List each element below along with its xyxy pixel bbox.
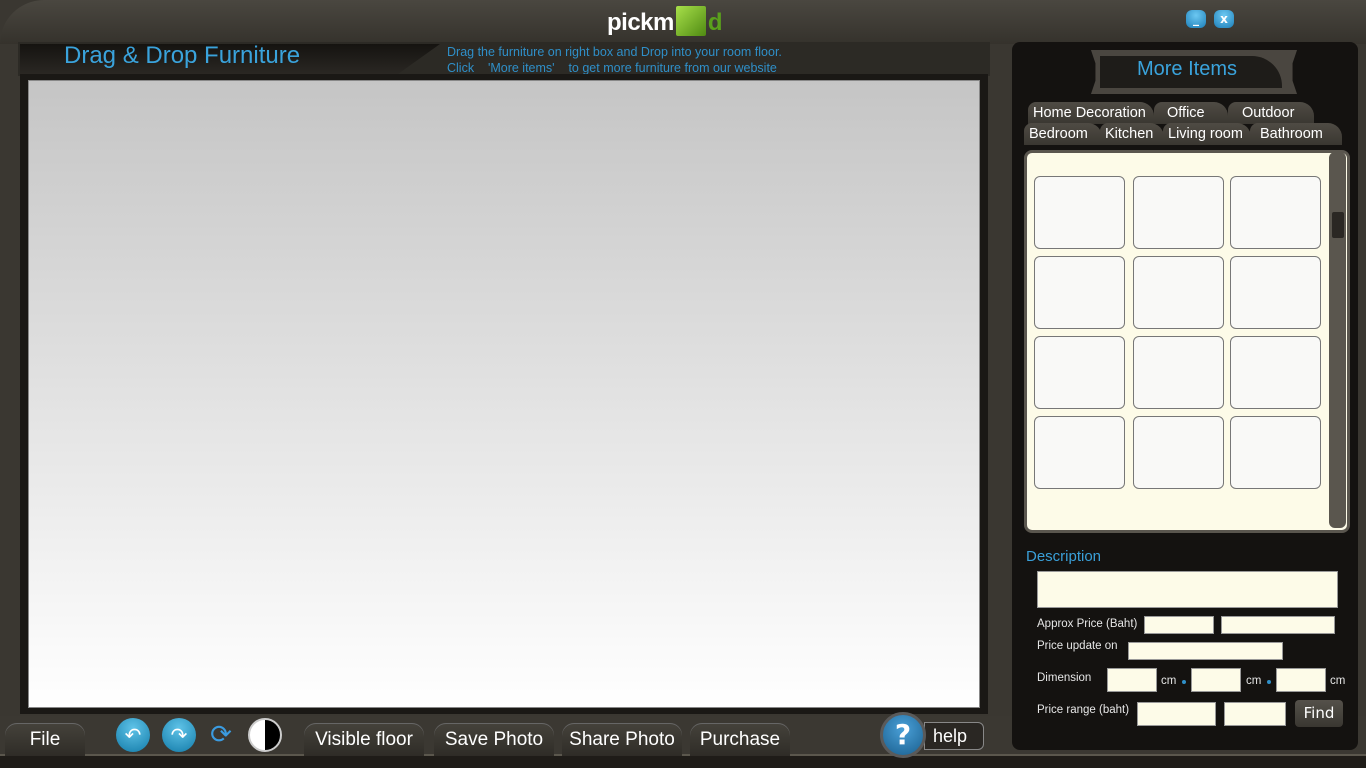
cm-label: cm: [1246, 675, 1262, 687]
approx-price-field-2[interactable]: [1221, 616, 1335, 634]
page-title: Drag & Drop Furniture: [64, 42, 301, 69]
furniture-item-slot[interactable]: [1133, 256, 1224, 329]
purchase-button[interactable]: Purchase: [690, 723, 790, 756]
tab-office[interactable]: Office: [1154, 102, 1228, 124]
tab-bathroom[interactable]: Bathroom: [1250, 123, 1342, 145]
hint-line-2: Click 'More items' to get more furniture…: [447, 61, 777, 75]
furniture-item-slot[interactable]: [1230, 256, 1321, 329]
list-scrollbar[interactable]: [1329, 152, 1346, 528]
furniture-item-slot[interactable]: [1034, 176, 1125, 249]
more-items-button[interactable]: More Items: [1100, 58, 1274, 81]
dimension-label: Dimension: [1037, 672, 1092, 684]
furniture-item-slot[interactable]: [1133, 416, 1224, 489]
price-min-field[interactable]: [1137, 702, 1216, 726]
tab-bedroom[interactable]: Bedroom: [1024, 123, 1102, 145]
dimension-depth-field[interactable]: [1191, 668, 1241, 692]
furniture-item-slot[interactable]: [1230, 336, 1321, 409]
description-field[interactable]: [1037, 571, 1338, 608]
separator-dot: [1182, 680, 1186, 684]
scrollbar-thumb[interactable]: [1332, 212, 1344, 238]
description-label: Description: [1026, 548, 1102, 565]
furniture-item-slot[interactable]: [1230, 176, 1321, 249]
furniture-item-slot[interactable]: [1034, 416, 1125, 489]
tab-outdoor[interactable]: Outdoor: [1228, 102, 1314, 124]
pickm3d-logo: pickm d: [607, 6, 723, 37]
help-button[interactable]: help: [924, 722, 984, 750]
refresh-icon[interactable]: ⟳: [204, 718, 238, 752]
room-floor-canvas[interactable]: [28, 80, 980, 708]
hint-line-1: Drag the furniture on right box and Drop…: [447, 45, 782, 59]
help-question-icon[interactable]: ?: [880, 712, 926, 758]
contrast-icon[interactable]: [248, 718, 282, 752]
furniture-item-slot[interactable]: [1230, 416, 1321, 489]
bottom-edge: [0, 754, 1366, 768]
approx-price-label: Approx Price (Baht): [1037, 618, 1138, 630]
price-update-field[interactable]: [1128, 642, 1283, 660]
price-update-label: Price update on: [1037, 640, 1118, 652]
price-max-field[interactable]: [1224, 702, 1286, 726]
furniture-item-slot[interactable]: [1034, 256, 1125, 329]
cm-label: cm: [1330, 675, 1346, 687]
find-button[interactable]: Find: [1295, 700, 1343, 727]
undo-icon[interactable]: ↶: [116, 718, 150, 752]
furniture-item-slot[interactable]: [1034, 336, 1125, 409]
tab-home-decoration[interactable]: Home Decoration: [1028, 102, 1154, 124]
price-range-label: Price range (baht): [1037, 704, 1130, 716]
dimension-height-field[interactable]: [1276, 668, 1326, 692]
save-photo-button[interactable]: Save Photo: [434, 723, 554, 756]
separator-dot: [1267, 680, 1271, 684]
furniture-item-slot[interactable]: [1133, 336, 1224, 409]
tab-kitchen[interactable]: Kitchen: [1100, 123, 1164, 145]
redo-icon[interactable]: ↷: [162, 718, 196, 752]
file-button[interactable]: File: [5, 723, 85, 756]
minimize-button[interactable]: _: [1186, 10, 1206, 28]
cm-label: cm: [1161, 675, 1177, 687]
close-button[interactable]: x: [1214, 10, 1234, 28]
visible-floor-button[interactable]: Visible floor: [304, 723, 424, 756]
approx-price-field[interactable]: [1144, 616, 1214, 634]
share-photo-button[interactable]: Share Photo: [562, 723, 682, 756]
dimension-width-field[interactable]: [1107, 668, 1157, 692]
furniture-item-slot[interactable]: [1133, 176, 1224, 249]
tab-living-room[interactable]: Living room: [1163, 123, 1251, 145]
